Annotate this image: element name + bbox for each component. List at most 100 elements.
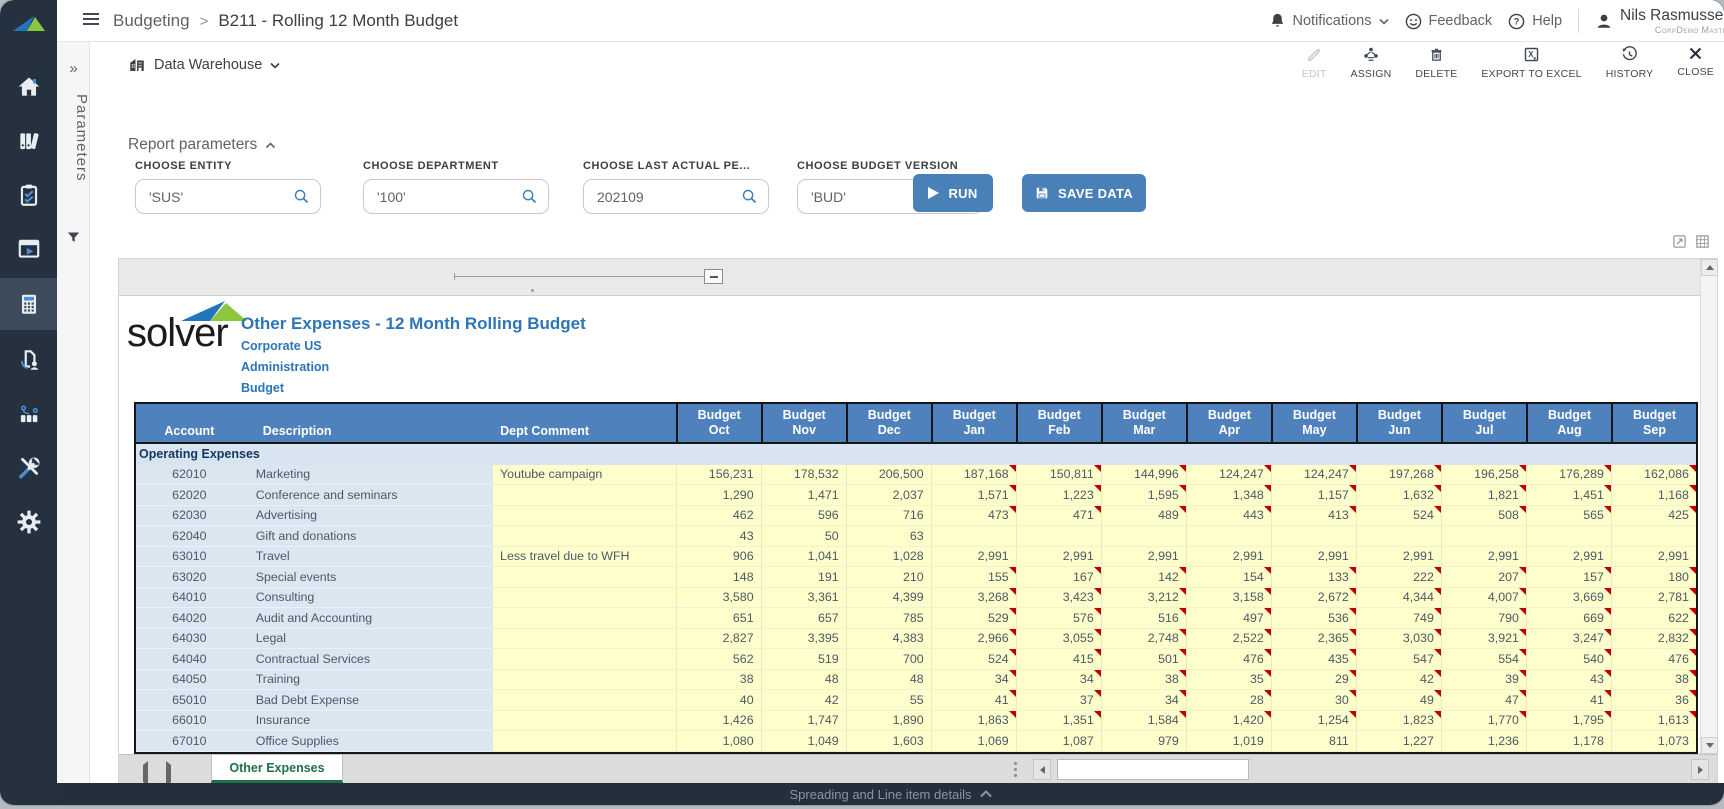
value-cell[interactable]: 38	[1611, 670, 1696, 691]
sidebar-item-settings[interactable]	[0, 497, 57, 547]
value-cell[interactable]: 167	[1016, 567, 1101, 588]
value-cell[interactable]: 1,770	[1441, 711, 1526, 732]
value-cell[interactable]: 210	[846, 567, 931, 588]
value-cell[interactable]: 669	[1526, 608, 1611, 629]
value-cell[interactable]: 3,669	[1526, 588, 1611, 609]
value-cell[interactable]: 150,811	[1016, 465, 1101, 486]
value-cell[interactable]: 1,227	[1356, 731, 1441, 752]
value-cell[interactable]: 3,030	[1356, 629, 1441, 650]
value-cell[interactable]: 790	[1441, 608, 1526, 629]
value-cell[interactable]: 1,471	[761, 485, 846, 506]
scroll-up-button[interactable]	[1701, 259, 1718, 276]
value-cell[interactable]	[931, 526, 1016, 547]
sidebar-item-tools[interactable]	[0, 443, 57, 493]
run-button[interactable]: RUN	[913, 174, 993, 212]
value-cell[interactable]: 524	[931, 649, 1016, 670]
value-cell[interactable]: 1,613	[1611, 711, 1696, 732]
value-cell[interactable]: 1,080	[676, 731, 761, 752]
value-cell[interactable]: 2,991	[1526, 547, 1611, 568]
hscroll-left-button[interactable]	[1033, 759, 1051, 780]
value-cell[interactable]: 749	[1356, 608, 1441, 629]
value-cell[interactable]: 156,231	[676, 465, 761, 486]
value-cell[interactable]: 4,383	[846, 629, 931, 650]
tab-nav-left-icon[interactable]	[143, 765, 148, 783]
value-cell[interactable]: 3,361	[761, 588, 846, 609]
value-cell[interactable]: 413	[1271, 506, 1356, 527]
value-cell[interactable]: 222	[1356, 567, 1441, 588]
dept-comment-cell[interactable]	[492, 567, 676, 588]
value-cell[interactable]: 1,863	[931, 711, 1016, 732]
value-cell[interactable]: 651	[676, 608, 761, 629]
help-button[interactable]: ? Help	[1508, 13, 1562, 30]
value-cell[interactable]: 3,395	[761, 629, 846, 650]
assign-button[interactable]: ASSIGN	[1350, 46, 1391, 80]
value-cell[interactable]: 979	[1101, 731, 1186, 752]
value-cell[interactable]: 1,069	[931, 731, 1016, 752]
value-cell[interactable]: 425	[1611, 506, 1696, 527]
value-cell[interactable]: 1,290	[676, 485, 761, 506]
sidebar-item-processes[interactable]	[0, 389, 57, 439]
value-cell[interactable]: 1,223	[1016, 485, 1101, 506]
value-cell[interactable]: 1,821	[1441, 485, 1526, 506]
value-cell[interactable]: 48	[846, 670, 931, 691]
value-cell[interactable]	[1016, 526, 1101, 547]
feedback-button[interactable]: Feedback	[1405, 13, 1493, 30]
dept-comment-cell[interactable]	[492, 629, 676, 650]
value-cell[interactable]	[1441, 526, 1526, 547]
value-cell[interactable]: 1,041	[761, 547, 846, 568]
value-cell[interactable]: 180	[1611, 567, 1696, 588]
vertical-scrollbar[interactable]	[1700, 259, 1717, 754]
value-cell[interactable]: 36	[1611, 690, 1696, 711]
value-cell[interactable]: 47	[1441, 690, 1526, 711]
scroll-down-button[interactable]	[1701, 737, 1718, 754]
value-cell[interactable]: 39	[1441, 670, 1526, 691]
value-cell[interactable]: 42	[1356, 670, 1441, 691]
value-cell[interactable]: 1,028	[846, 547, 931, 568]
value-cell[interactable]: 415	[1016, 649, 1101, 670]
value-cell[interactable]: 2,832	[1611, 629, 1696, 650]
value-cell[interactable]: 2,365	[1271, 629, 1356, 650]
value-cell[interactable]: 622	[1611, 608, 1696, 629]
value-cell[interactable]: 144,996	[1101, 465, 1186, 486]
value-cell[interactable]: 489	[1101, 506, 1186, 527]
value-cell[interactable]	[1526, 526, 1611, 547]
dept-comment-cell[interactable]	[492, 690, 676, 711]
value-cell[interactable]: 1,571	[931, 485, 1016, 506]
value-cell[interactable]: 476	[1611, 649, 1696, 670]
value-cell[interactable]: 471	[1016, 506, 1101, 527]
value-cell[interactable]: 540	[1526, 649, 1611, 670]
value-cell[interactable]: 1,168	[1611, 485, 1696, 506]
value-cell[interactable]: 206,500	[846, 465, 931, 486]
search-icon[interactable]	[741, 188, 758, 205]
value-cell[interactable]: 443	[1186, 506, 1271, 527]
department-input[interactable]: '100'	[363, 179, 549, 214]
value-cell[interactable]: 501	[1101, 649, 1186, 670]
value-cell[interactable]: 4,344	[1356, 588, 1441, 609]
value-cell[interactable]: 524	[1356, 506, 1441, 527]
value-cell[interactable]: 196,258	[1441, 465, 1526, 486]
close-button[interactable]: CLOSE	[1677, 46, 1714, 80]
value-cell[interactable]: 716	[846, 506, 931, 527]
value-cell[interactable]: 40	[676, 690, 761, 711]
tab-other-expenses[interactable]: Other Expenses	[211, 755, 343, 783]
sidebar-item-checklist[interactable]	[0, 170, 57, 220]
value-cell[interactable]: 1,890	[846, 711, 931, 732]
value-cell[interactable]: 30	[1271, 690, 1356, 711]
dept-comment-cell[interactable]	[492, 731, 676, 752]
save-data-button[interactable]: SAVE DATA	[1022, 174, 1146, 212]
value-cell[interactable]: 657	[761, 608, 846, 629]
export-to-excel-button[interactable]: X EXPORT TO EXCEL	[1481, 46, 1581, 80]
value-cell[interactable]: 596	[761, 506, 846, 527]
value-cell[interactable]: 1,087	[1016, 731, 1101, 752]
value-cell[interactable]: 1,603	[846, 731, 931, 752]
dept-comment-cell[interactable]	[492, 485, 676, 506]
value-cell[interactable]: 28	[1186, 690, 1271, 711]
grid-view-icon[interactable]	[1695, 234, 1710, 249]
value-cell[interactable]: 1,254	[1271, 711, 1356, 732]
value-cell[interactable]: 547	[1356, 649, 1441, 670]
value-cell[interactable]: 42	[761, 690, 846, 711]
solver-logo-icon[interactable]	[0, 0, 57, 48]
value-cell[interactable]: 55	[846, 690, 931, 711]
value-cell[interactable]: 1,426	[676, 711, 761, 732]
sidebar-item-report-player[interactable]	[0, 224, 57, 274]
